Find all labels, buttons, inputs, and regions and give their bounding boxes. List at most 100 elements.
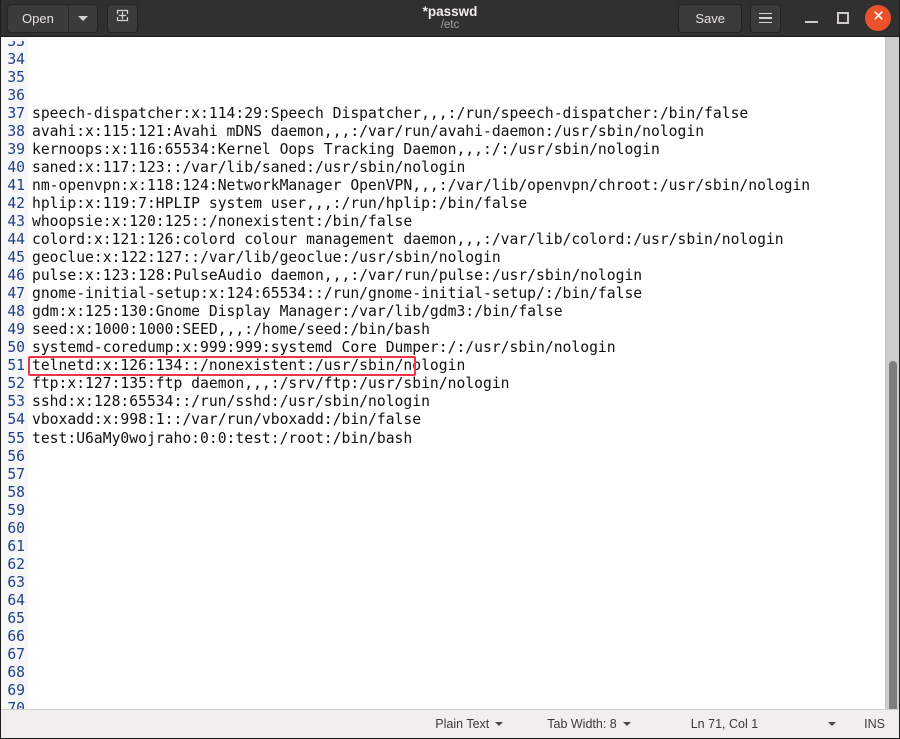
close-icon	[872, 9, 885, 27]
code-line[interactable]	[32, 502, 885, 520]
line-number: 59	[7, 501, 25, 519]
code-line[interactable]	[32, 664, 885, 682]
status-bar: Plain Text Tab Width: 8 Ln 71, Col 1 INS	[1, 709, 899, 738]
line-number: 50	[7, 339, 25, 357]
line-number: 36	[7, 86, 25, 104]
line-number: 39	[7, 140, 25, 158]
line-number: 60	[7, 519, 25, 537]
code-line[interactable]	[32, 538, 885, 556]
code-line[interactable]: avahi:x:115:121:Avahi mDNS daemon,,,:/va…	[32, 123, 885, 141]
line-number: 38	[7, 122, 25, 140]
code-line[interactable]: speech-dispatcher:x:114:29:Speech Dispat…	[32, 105, 885, 123]
line-number: 51	[7, 357, 25, 375]
vertical-scrollbar[interactable]	[885, 37, 899, 709]
hamburger-menu-icon-line2	[759, 17, 772, 19]
line-number: 52	[7, 375, 25, 393]
editor-area: 33 34 35 36 37 38 39 40 41 42 43 44 45 46 47 48 49 50 51 52…	[1, 37, 899, 709]
maximize-button[interactable]	[827, 3, 859, 33]
code-line[interactable]	[32, 592, 885, 610]
text-editor[interactable]: 33 34 35 36 37 38 39 40 41 42 43 44 45 46 47 48 49 50 51 52…	[1, 37, 885, 709]
code-line[interactable]	[32, 466, 885, 484]
chevron-down-icon	[622, 722, 631, 726]
code-line[interactable]: kernoops:x:116:65534:Kernel Oops Trackin…	[32, 141, 885, 159]
code-line[interactable]	[32, 700, 885, 709]
line-number: 61	[7, 537, 25, 555]
insert-mode-indicator[interactable]: INS	[864, 717, 885, 731]
line-number: 62	[7, 555, 25, 573]
tab-width-selector[interactable]: Tab Width: 8	[547, 717, 631, 731]
text-content[interactable]: speech-dispatcher:x:114:29:Speech Dispat…	[28, 37, 885, 709]
line-number: 57	[7, 465, 25, 483]
maximize-icon	[837, 12, 849, 24]
code-line[interactable]: ftp:x:127:135:ftp daemon,,,:/srv/ftp:/us…	[32, 375, 885, 393]
code-line[interactable]	[32, 628, 885, 646]
chevron-down-icon	[495, 722, 504, 726]
line-number: 58	[7, 483, 25, 501]
code-line[interactable]: pulse:x:123:128:PulseAudio daemon,,,:/va…	[32, 267, 885, 285]
line-number: 46	[7, 267, 25, 285]
code-line[interactable]: telnetd:x:126:134::/nonexistent:/usr/sbi…	[32, 357, 885, 375]
line-number: 33	[7, 37, 25, 50]
new-document-button[interactable]	[106, 3, 138, 33]
line-number: 45	[7, 249, 25, 267]
minimize-icon	[804, 21, 818, 23]
code-line[interactable]	[32, 448, 885, 466]
line-number: 53	[7, 393, 25, 411]
code-line[interactable]	[32, 610, 885, 628]
line-number: 68	[7, 664, 25, 682]
minimize-button[interactable]	[795, 3, 827, 33]
open-button[interactable]: Open	[8, 4, 68, 32]
hamburger-menu-button[interactable]	[750, 3, 781, 33]
code-line[interactable]: saned:x:117:123::/var/lib/saned:/usr/sbi…	[32, 159, 885, 177]
language-selector[interactable]: Plain Text	[435, 717, 504, 731]
open-button-group[interactable]: Open	[7, 3, 98, 33]
tab-width-label: Tab Width: 8	[547, 717, 617, 731]
close-button[interactable]	[865, 5, 891, 31]
code-line[interactable]: vboxadd:x:998:1::/var/run/vboxadd:/bin/f…	[32, 411, 885, 429]
line-number: 49	[7, 321, 25, 339]
new-document-icon	[114, 7, 131, 29]
code-line[interactable]: colord:x:121:126:colord colour managemen…	[32, 231, 885, 249]
code-line[interactable]: geoclue:x:122:127::/var/lib/geoclue:/usr…	[32, 249, 885, 267]
line-number: 41	[7, 176, 25, 194]
code-line[interactable]: whoopsie:x:120:125::/nonexistent:/bin/fa…	[32, 213, 885, 231]
title-bar: Open *passwd /etc Save	[1, 0, 899, 37]
code-line[interactable]: nm-openvpn:x:118:124:NetworkManager Open…	[32, 177, 885, 195]
line-number: 34	[7, 50, 25, 68]
hamburger-menu-icon-line3	[759, 21, 772, 24]
code-line[interactable]	[32, 682, 885, 700]
code-line[interactable]	[32, 574, 885, 592]
code-line[interactable]: seed:x:1000:1000:SEED,,,:/home/seed:/bin…	[32, 321, 885, 339]
scrollbar-thumb[interactable]	[889, 361, 897, 709]
line-number: 66	[7, 628, 25, 646]
code-line[interactable]: systemd-coredump:x:999:999:systemd Core …	[32, 339, 885, 357]
code-line[interactable]: gnome-initial-setup:x:124:65534::/run/gn…	[32, 285, 885, 303]
code-line[interactable]: test:U6aMy0wojraho:0:0:test:/root:/bin/b…	[32, 430, 885, 448]
titlebar-left-controls: Open	[7, 3, 138, 33]
chevron-down-icon	[828, 722, 837, 726]
code-line[interactable]: gdm:x:125:130:Gnome Display Manager:/var…	[32, 303, 885, 321]
line-number: 37	[7, 104, 25, 122]
line-number: 44	[7, 231, 25, 249]
save-button[interactable]: Save	[678, 3, 742, 33]
insert-mode-label: INS	[864, 717, 885, 731]
code-line[interactable]	[32, 556, 885, 574]
cursor-position[interactable]: Ln 71, Col 1	[691, 717, 758, 731]
code-line[interactable]	[32, 520, 885, 538]
code-line[interactable]	[32, 646, 885, 664]
line-number: 48	[7, 303, 25, 321]
hamburger-menu-icon	[759, 12, 772, 15]
chevron-down-icon	[77, 15, 88, 21]
line-number: 43	[7, 212, 25, 230]
line-number: 47	[7, 285, 25, 303]
open-dropdown-button[interactable]	[67, 4, 97, 32]
line-number: 56	[7, 447, 25, 465]
code-line[interactable]	[32, 484, 885, 502]
line-number: 70	[7, 700, 25, 709]
line-number: 42	[7, 194, 25, 212]
line-number: 40	[7, 158, 25, 176]
code-line[interactable]: sshd:x:128:65534::/run/sshd:/usr/sbin/no…	[32, 393, 885, 411]
line-number: 64	[7, 591, 25, 609]
code-line[interactable]: hplip:x:119:7:HPLIP system user,,,:/run/…	[32, 195, 885, 213]
position-dropdown-button[interactable]	[828, 722, 837, 726]
